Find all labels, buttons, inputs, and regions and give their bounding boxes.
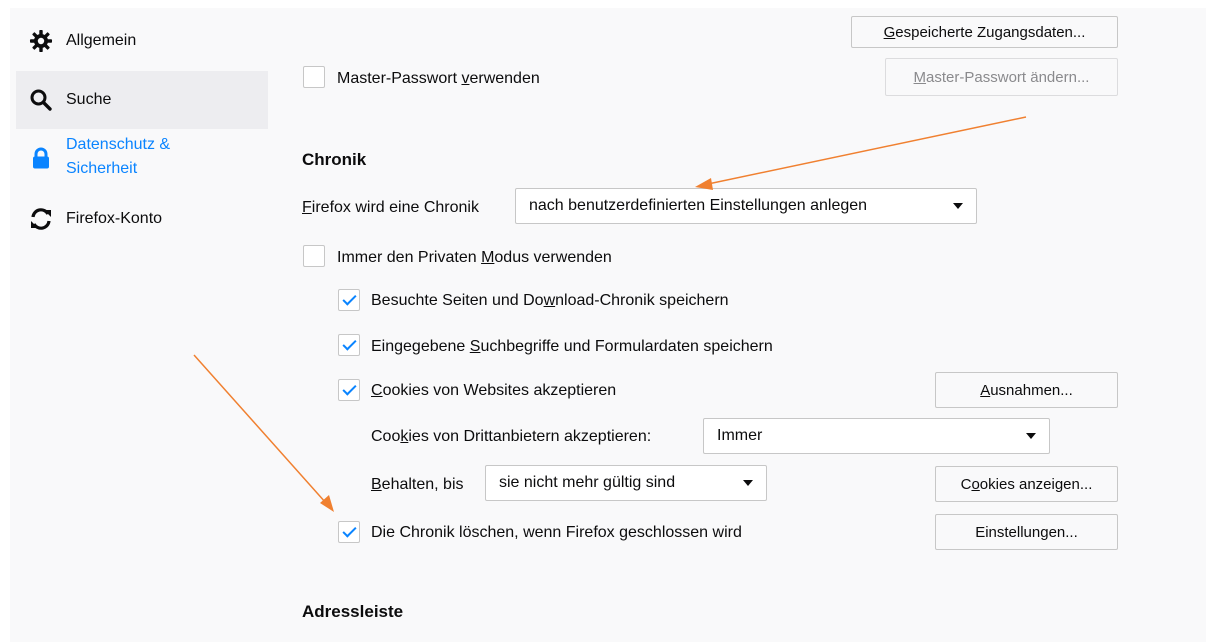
- label-accesskey: g: [619, 524, 629, 541]
- history-mode-label: Firefox wird eine Chronik: [302, 199, 479, 217]
- third-party-cookies-select[interactable]: Immer: [703, 418, 1050, 454]
- history-settings-button[interactable]: Einstellungen...: [935, 514, 1118, 550]
- label-post: irefox wird eine Chronik: [311, 199, 479, 216]
- gear-icon: [28, 28, 54, 54]
- private-mode-checkbox[interactable]: [303, 245, 325, 267]
- history-heading: Chronik: [302, 150, 367, 169]
- chevron-down-icon: [953, 203, 963, 209]
- remember-history-checkbox[interactable]: [338, 289, 360, 311]
- label-pre: Die Chronik löschen, wenn Firefox: [371, 524, 620, 541]
- button-label-pre: C: [960, 475, 972, 493]
- cookie-exceptions-button[interactable]: Ausnahmen...: [935, 372, 1118, 408]
- button-label-accesskey: M: [913, 68, 927, 86]
- sync-icon: [28, 206, 54, 232]
- sidebar-item-general[interactable]: Allgemein: [16, 12, 268, 70]
- label-post: eschlossen wird: [628, 524, 742, 541]
- remember-forms-label: Eingegebene Suchbegriffe und Formulardat…: [371, 338, 773, 356]
- label-post: ookies von Websites akzeptieren: [382, 382, 617, 399]
- label-pre: Immer den Privaten: [337, 249, 482, 266]
- master-password-checkbox[interactable]: [303, 66, 325, 88]
- keep-until-select[interactable]: sie nicht mehr gültig sind: [485, 465, 767, 501]
- third-party-cookies-label: Cookies von Drittanbietern akzeptieren:: [371, 428, 651, 446]
- label-post: erwenden: [469, 70, 540, 87]
- sidebar-item-label: Suche: [66, 91, 112, 108]
- label-accesskey: w: [543, 292, 556, 309]
- keep-until-label: Behalten, bis: [371, 476, 464, 494]
- button-label-post: okies anzeigen...: [979, 475, 1093, 493]
- chevron-down-icon: [743, 480, 753, 486]
- saved-logins-button[interactable]: Gespeicherte Zugangsdaten...: [851, 16, 1118, 48]
- sidebar-item-label-line1: Datenschutz &: [66, 136, 171, 153]
- sidebar-item-label: Firefox-Konto: [66, 210, 163, 227]
- select-value: Immer: [717, 427, 763, 444]
- label-pre: Eingegebene: [371, 338, 470, 355]
- sidebar-item-label: Datenschutz & Sicherheit: [66, 133, 170, 181]
- button-label-post: aster-Passwort ändern...: [926, 68, 1090, 86]
- address-bar-heading: Adressleiste: [302, 602, 404, 621]
- sidebar-item-sync[interactable]: Firefox-Konto: [16, 190, 268, 248]
- button-label-accesskey: G: [883, 23, 896, 41]
- remember-history-label: Besuchte Seiten und Download-Chronik spe…: [371, 292, 729, 310]
- accept-cookies-checkbox[interactable]: [338, 379, 360, 401]
- history-mode-select[interactable]: nach benutzerdefinierten Einstellungen a…: [515, 188, 977, 224]
- button-label-post: espeicherte Zugangsdaten...: [895, 23, 1086, 41]
- show-cookies-button[interactable]: Co okies anzeigen...: [935, 466, 1118, 502]
- button-label-accesskey: A: [980, 381, 991, 399]
- label-accesskey: S: [469, 338, 481, 355]
- button-label-accesskey: o: [971, 475, 980, 493]
- label-pre: Master-Passwort: [337, 70, 462, 87]
- label-accesskey: F: [302, 199, 312, 216]
- clear-on-close-checkbox[interactable]: [338, 521, 360, 543]
- chevron-down-icon: [1026, 433, 1036, 439]
- sidebar-item-label: Allgemein: [66, 32, 137, 49]
- accept-cookies-label: Cookies von Websites akzeptieren: [371, 382, 616, 400]
- label-post: nload-Chronik speichern: [555, 292, 729, 309]
- select-value: sie nicht mehr gültig sind: [499, 474, 676, 491]
- label-accesskey: B: [371, 476, 382, 493]
- change-master-password-button[interactable]: Master-Passwort ändern...: [885, 58, 1118, 96]
- label-post: odus verwenden: [494, 249, 612, 266]
- sidebar-item-search[interactable]: Suche: [16, 71, 268, 129]
- master-password-label: Master-Passwort verwenden: [337, 70, 540, 88]
- sidebar-item-privacy[interactable]: Datenschutz & Sicherheit: [16, 133, 268, 189]
- label-accesskey: M: [481, 249, 495, 266]
- sidebar-item-label-line2: Sicherheit: [66, 160, 138, 177]
- clear-on-close-label: Die Chronik löschen, wenn Firefox geschl…: [371, 524, 742, 542]
- label-pre: Besuchte Seiten und Do: [371, 292, 544, 309]
- label-accesskey: C: [371, 382, 383, 399]
- label-post: ies von Drittanbietern akzeptieren:: [408, 428, 652, 445]
- private-mode-label: Immer den Privaten Modus verwenden: [337, 249, 612, 267]
- lock-icon: [28, 145, 54, 171]
- button-label: Einstellungen...: [975, 523, 1078, 541]
- label-post: uchbegriffe und Formulardaten speichern: [480, 338, 773, 355]
- button-label-post: usnahmen...: [990, 381, 1073, 399]
- remember-forms-checkbox[interactable]: [338, 334, 360, 356]
- label-post: ehalten, bis: [381, 476, 464, 493]
- search-icon: [28, 87, 54, 113]
- select-value: nach benutzerdefinierten Einstellungen a…: [529, 197, 868, 214]
- label-pre: Coo: [371, 428, 401, 445]
